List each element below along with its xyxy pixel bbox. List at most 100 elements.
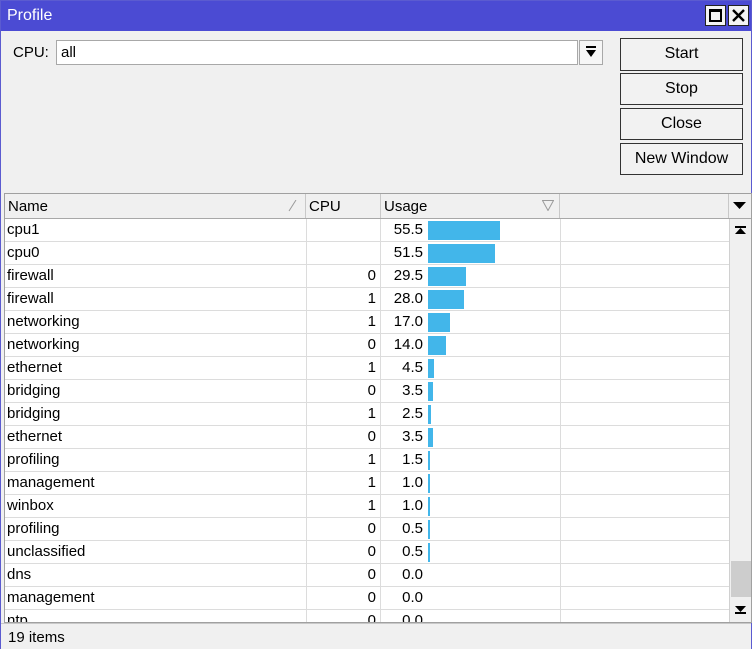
close-button[interactable]: Close — [620, 108, 743, 140]
sort-descending-icon — [542, 200, 554, 211]
row-name: management — [7, 474, 95, 491]
column-header-name[interactable]: Name — [5, 194, 306, 218]
row-cpu: 0 — [306, 610, 381, 622]
table-body[interactable]: cpu1 55.5 cpu0 51.5 firewall 0 29.5 firewall 1 28… — [5, 219, 729, 623]
item-count: 19 items — [8, 629, 65, 646]
new-window-button[interactable]: New Window — [620, 143, 743, 175]
row-cpu: 1 — [306, 403, 381, 425]
usage-bar — [428, 359, 434, 378]
cpu-dropdown-button[interactable] — [579, 40, 603, 65]
row-cpu: 1 — [306, 449, 381, 471]
table-row[interactable]: networking 1 17.0 — [5, 311, 729, 334]
row-name: unclassified — [7, 543, 86, 560]
table-row[interactable]: ethernet 1 4.5 — [5, 357, 729, 380]
row-usage-value: 1.0 — [402, 497, 423, 514]
row-name: cpu1 — [7, 221, 40, 238]
table-row[interactable]: bridging 0 3.5 — [5, 380, 729, 403]
row-cpu: 1 — [306, 288, 381, 310]
usage-bar — [428, 520, 430, 539]
column-header-usage-label: Usage — [384, 198, 428, 215]
table-header: Name CPU Usage — [5, 194, 751, 219]
row-cpu: 0 — [306, 541, 381, 563]
row-name: networking — [7, 336, 80, 353]
stop-button[interactable]: Stop — [620, 73, 743, 105]
row-usage-value: 17.0 — [393, 313, 423, 330]
status-bar: 19 items — [1, 623, 751, 649]
profile-window: Profile CPU: Start Stop Close New Window… — [0, 0, 752, 649]
table-row[interactable]: networking 0 14.0 — [5, 334, 729, 357]
row-cpu — [306, 219, 381, 241]
usage-bar — [428, 405, 432, 424]
cpu-label: CPU: — [13, 44, 49, 61]
column-header-name-label: Name — [8, 198, 49, 215]
row-name: bridging — [7, 405, 61, 422]
row-name: firewall — [7, 290, 54, 307]
row-usage-value: 0.5 — [402, 543, 423, 560]
usage-bar — [428, 543, 430, 562]
column-header-cpu-label: CPU — [309, 198, 341, 215]
vertical-scrollbar[interactable] — [729, 219, 751, 622]
row-usage-value: 28.0 — [393, 290, 423, 307]
column-menu-button[interactable] — [729, 194, 751, 218]
chevron-down-icon — [733, 202, 746, 209]
row-usage-value: 0.5 — [402, 520, 423, 537]
column-header-usage[interactable]: Usage — [381, 194, 560, 218]
scroll-down-button[interactable] — [730, 599, 751, 621]
row-cpu: 0 — [306, 587, 381, 609]
table-row[interactable]: bridging 1 2.5 — [5, 403, 729, 426]
usage-bar — [428, 451, 430, 470]
scroll-up-button[interactable] — [730, 219, 751, 241]
row-name: firewall — [7, 267, 54, 284]
profile-table: Name CPU Usage cpu1 55.5 cpu0 51.5 firew… — [4, 193, 752, 623]
table-row[interactable]: cpu1 55.5 — [5, 219, 729, 242]
table-row[interactable]: management 0 0.0 — [5, 587, 729, 610]
row-cpu: 1 — [306, 311, 381, 333]
table-row[interactable]: ntp 0 0.0 — [5, 610, 729, 623]
table-row[interactable]: cpu0 51.5 — [5, 242, 729, 265]
usage-bar — [428, 267, 467, 286]
maximize-button[interactable] — [705, 5, 726, 26]
row-cpu: 0 — [306, 564, 381, 586]
scrollbar-thumb[interactable] — [731, 561, 751, 597]
table-row[interactable]: firewall 1 28.0 — [5, 288, 729, 311]
table-row[interactable]: unclassified 0 0.5 — [5, 541, 729, 564]
row-name: dns — [7, 566, 32, 583]
dropdown-arrow-icon — [586, 46, 596, 57]
table-row[interactable]: profiling 0 0.5 — [5, 518, 729, 541]
table-row[interactable]: dns 0 0.0 — [5, 564, 729, 587]
row-name: ntp — [7, 612, 28, 623]
window-title: Profile — [7, 7, 53, 24]
row-usage-value: 3.5 — [402, 428, 423, 445]
row-usage-value: 14.0 — [393, 336, 423, 353]
sort-indicator-icon — [288, 200, 297, 212]
arrow-down-icon — [735, 606, 746, 614]
row-cpu: 1 — [306, 472, 381, 494]
row-usage-value: 0.0 — [402, 612, 423, 623]
row-name: networking — [7, 313, 80, 330]
row-cpu: 0 — [306, 334, 381, 356]
cpu-select-input[interactable] — [56, 40, 578, 65]
table-row[interactable]: profiling 1 1.5 — [5, 449, 729, 472]
start-button[interactable]: Start — [620, 38, 743, 71]
row-usage-value: 0.0 — [402, 566, 423, 583]
table-row[interactable]: ethernet 0 3.5 — [5, 426, 729, 449]
row-cpu: 0 — [306, 265, 381, 287]
usage-bar — [428, 474, 430, 493]
close-window-button[interactable] — [728, 5, 749, 26]
row-cpu — [306, 242, 381, 264]
table-row[interactable]: winbox 1 1.0 — [5, 495, 729, 518]
title-bar[interactable]: Profile — [1, 1, 751, 31]
row-name: management — [7, 589, 95, 606]
row-cpu: 0 — [306, 426, 381, 448]
row-name: cpu0 — [7, 244, 40, 261]
table-row[interactable]: management 1 1.0 — [5, 472, 729, 495]
usage-bar — [428, 313, 451, 332]
usage-bar — [428, 221, 501, 240]
row-name: winbox — [7, 497, 54, 514]
row-name: profiling — [7, 451, 60, 468]
row-usage-value: 55.5 — [393, 221, 423, 238]
row-usage-value: 4.5 — [402, 359, 423, 376]
table-row[interactable]: firewall 0 29.5 — [5, 265, 729, 288]
usage-bar — [428, 497, 430, 516]
column-header-cpu[interactable]: CPU — [306, 194, 381, 218]
